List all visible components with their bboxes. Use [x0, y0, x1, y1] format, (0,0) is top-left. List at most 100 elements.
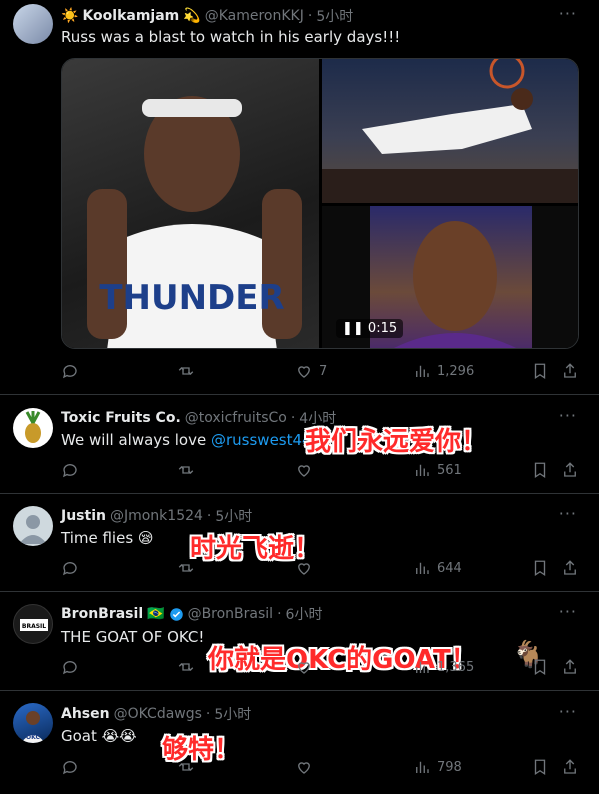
author-handle[interactable]: @toxicfruitsCo: [185, 410, 287, 426]
sun-emoji: ☀️: [61, 8, 79, 24]
bookmark-icon: [534, 759, 546, 776]
pause-icon[interactable]: ❚❚: [342, 321, 368, 336]
more-icon[interactable]: ···: [559, 504, 577, 523]
avatar[interactable]: [13, 4, 53, 44]
views-button[interactable]: 798: [413, 758, 462, 776]
retweet-icon: [178, 763, 194, 771]
media-grid[interactable]: THUNDER ❚❚ 0:15: [61, 58, 579, 349]
tweet-text: We will always love @russwest44: [61, 431, 312, 449]
reply-button[interactable]: [61, 658, 79, 676]
like-button[interactable]: [295, 658, 313, 676]
author-handle[interactable]: @Jmonk1524: [110, 508, 203, 524]
author-handle[interactable]: @KameronKKJ: [205, 8, 304, 24]
bookmark-button[interactable]: [531, 658, 549, 676]
timestamp[interactable]: 5小时: [316, 6, 353, 26]
views-button[interactable]: 644: [413, 559, 462, 577]
verified-badge-icon[interactable]: [169, 607, 184, 622]
bookmark-button[interactable]: [531, 559, 549, 577]
share-icon: [564, 560, 576, 575]
bookmark-button[interactable]: [531, 758, 549, 776]
avatar[interactable]: [13, 506, 53, 546]
views-icon: [416, 562, 429, 574]
views-button[interactable]: 1,365: [413, 658, 474, 676]
heart-icon: [298, 366, 310, 378]
author-handle[interactable]: @BronBrasil: [188, 606, 274, 622]
retweet-button[interactable]: [177, 559, 195, 577]
video-duration: ❚❚ 0:15: [336, 319, 404, 338]
reply-button[interactable]: [61, 758, 79, 776]
tweet-text: Russ was a blast to watch in his early d…: [61, 28, 401, 46]
tweet-3[interactable]: Justin @Jmonk1524 · 5小时 ··· Time flies 😪…: [0, 494, 599, 592]
bookmark-icon: [534, 560, 546, 577]
tweet-text: Time flies 😪: [61, 529, 154, 547]
more-icon[interactable]: ···: [559, 602, 577, 621]
separator: ·: [205, 706, 211, 722]
views-icon: [416, 661, 429, 673]
like-button[interactable]: [295, 559, 313, 577]
retweet-button[interactable]: [177, 758, 195, 776]
avatar[interactable]: OKC: [13, 703, 53, 743]
share-icon: [564, 462, 576, 477]
avatar[interactable]: BRASIL: [13, 604, 53, 644]
timestamp[interactable]: 6小时: [286, 604, 323, 624]
jersey-text: THUNDER: [99, 278, 284, 318]
reply-button[interactable]: [61, 362, 85, 380]
more-icon[interactable]: ···: [559, 702, 577, 721]
retweet-button[interactable]: [177, 362, 201, 380]
retweet-button[interactable]: [177, 461, 195, 479]
bronbrasil-logo-icon: BRASIL: [20, 619, 48, 631]
timestamp[interactable]: 5小时: [214, 704, 251, 724]
tweet-header: Ahsen @OKCdawgs · 5小时: [61, 704, 251, 724]
reply-icon: [62, 365, 77, 379]
action-bar: 644: [61, 559, 581, 581]
more-icon[interactable]: ···: [559, 4, 577, 23]
like-button[interactable]: 7: [295, 362, 327, 380]
author-handle[interactable]: @OKCdawgs: [114, 706, 202, 722]
mention-link[interactable]: @russwest44: [211, 431, 312, 449]
tweet-4[interactable]: BRASIL BronBrasil 🇧🇷 @BronBrasil · 6小时 ·…: [0, 592, 599, 691]
video-time: 0:15: [367, 321, 398, 336]
author-name[interactable]: Koolkamjam: [82, 8, 179, 24]
author-name[interactable]: Justin: [61, 508, 106, 524]
more-icon[interactable]: ···: [559, 406, 577, 425]
like-count: 7: [319, 363, 328, 379]
share-button[interactable]: [561, 461, 579, 479]
author-name[interactable]: Toxic Fruits Co.: [61, 410, 181, 426]
retweet-icon: [178, 466, 194, 474]
share-button[interactable]: [561, 559, 579, 577]
tweet-text-part: We will always love: [61, 431, 211, 449]
reply-button[interactable]: [61, 559, 79, 577]
tweet-2[interactable]: Toxic Fruits Co. @toxicfruitsCo · 4小时 ··…: [0, 395, 599, 494]
timestamp[interactable]: 5小时: [215, 506, 252, 526]
photo-thunder-player[interactable]: THUNDER: [62, 59, 319, 348]
views-icon: [416, 761, 429, 773]
share-button[interactable]: [561, 658, 579, 676]
share-button[interactable]: [561, 758, 579, 776]
reply-button[interactable]: [61, 461, 85, 479]
author-name[interactable]: Ahsen: [61, 706, 110, 722]
video-thumbnail[interactable]: ❚❚ 0:15: [322, 206, 578, 348]
separator: ·: [290, 410, 296, 426]
like-button[interactable]: [295, 461, 313, 479]
bookmark-button[interactable]: [531, 461, 549, 479]
photo-dunk[interactable]: [322, 59, 578, 203]
views-count: 644: [437, 560, 462, 576]
separator: ·: [307, 8, 313, 24]
bookmark-button[interactable]: [531, 362, 549, 380]
heart-icon: [298, 662, 310, 674]
brazil-flag-emoji: 🇧🇷: [147, 606, 165, 622]
avatar[interactable]: [13, 408, 53, 448]
tweet-header: Justin @Jmonk1524 · 5小时: [61, 506, 252, 526]
author-name[interactable]: BronBrasil: [61, 606, 143, 622]
tweet-5[interactable]: OKC Ahsen @OKCdawgs · 5小时 ··· Goat 😭😭 够特…: [0, 691, 599, 794]
retweet-button[interactable]: [177, 658, 195, 676]
share-button[interactable]: [561, 362, 579, 380]
reply-icon: [62, 562, 77, 576]
views-button[interactable]: 1,296: [413, 362, 474, 380]
share-icon: [564, 759, 576, 774]
tweet-1[interactable]: ☀️ Koolkamjam 💫 @KameronKKJ · 5小时 ··· Ru…: [0, 0, 599, 395]
pineapple-logo-icon: [25, 411, 41, 443]
views-button[interactable]: 561: [413, 461, 462, 479]
reply-icon: [62, 761, 77, 775]
like-button[interactable]: [295, 758, 313, 776]
